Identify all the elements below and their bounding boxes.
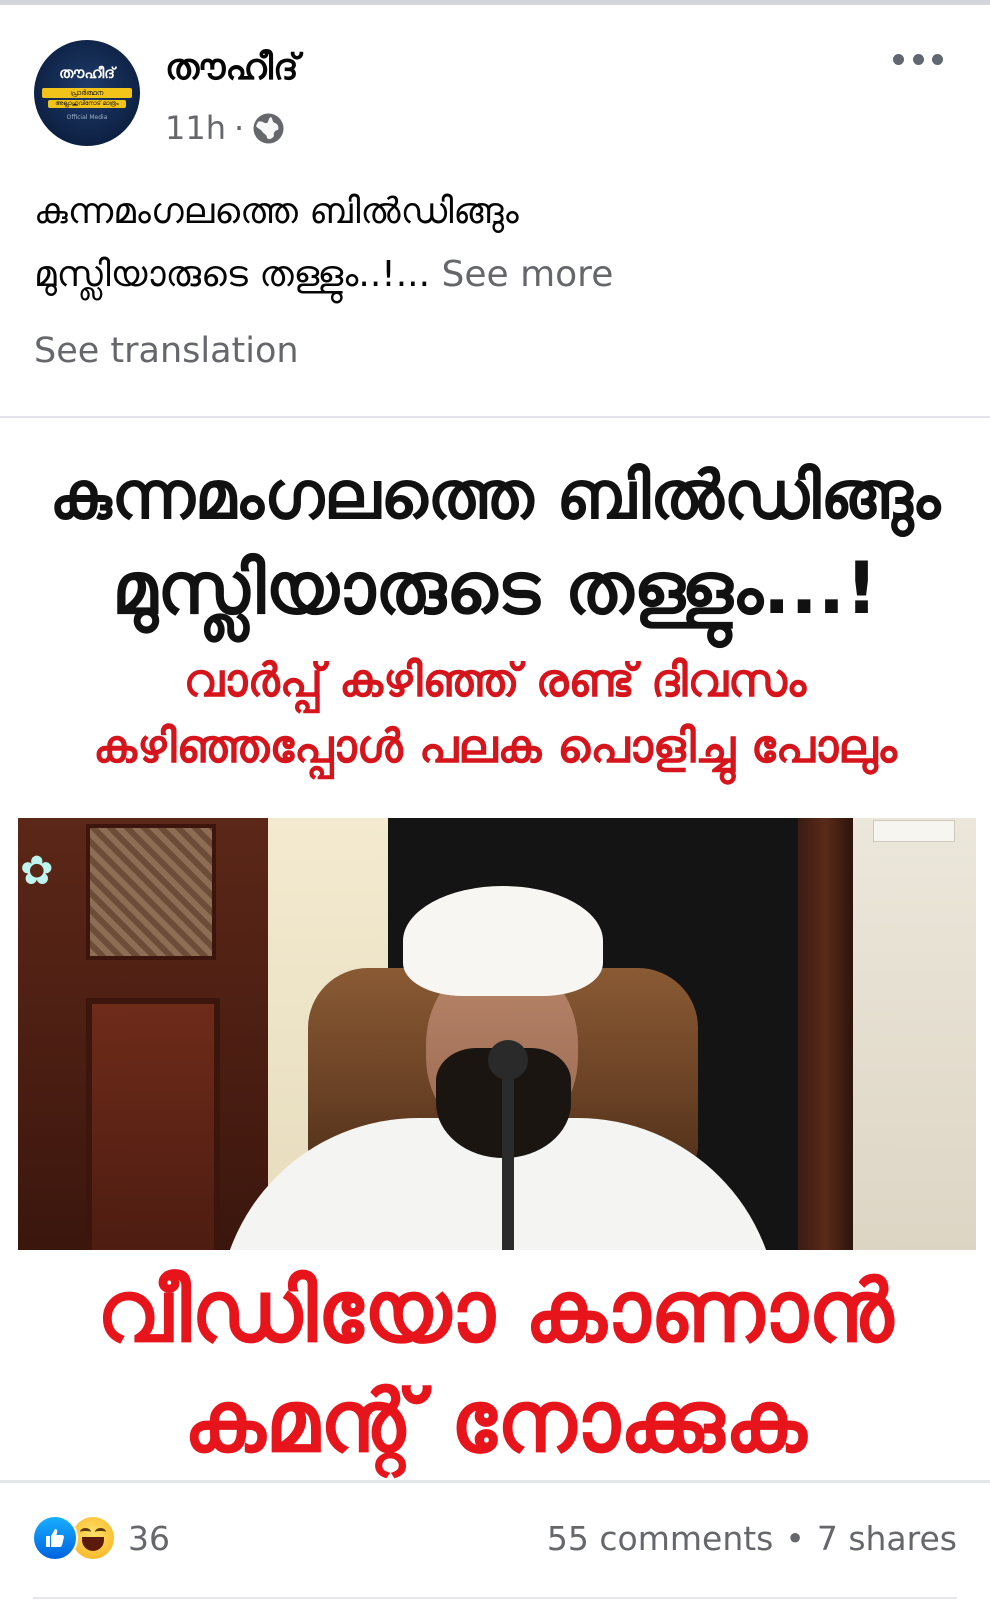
comments-count-link[interactable]: 55 comments [547,1519,773,1558]
image-headline-line-1: കുന്നമംഗലത്തെ ബിൽഡിങ്ങും [49,457,941,534]
image-subhead-line-2: കഴിഞ്ഞപ്പോൾ പലക പൊളിച്ചു പോലും [93,719,897,773]
engagement-stats: 55 comments • 7 shares [547,1515,957,1561]
haha-mouth [82,1537,104,1551]
avatar-band: പ്രാർത്ഥന [42,88,132,98]
post-image[interactable]: കുന്നമംഗലത്തെ ബിൽഡിങ്ങും മുസ്ലിയാരുടെ തള… [0,418,990,1480]
photo-frame-right [798,818,853,1250]
calligraphy-logo-icon: ✿ [20,848,54,894]
shares-count-link[interactable]: 7 shares [817,1519,957,1558]
post-text-line-2-content: മുസ്ലിയാരുടെ തള്ളും..!... [34,254,431,295]
post-text-line-1: കുന്നമംഗലത്തെ ബിൽഡിങ്ങും [34,191,519,232]
photo-door-panel-top [86,824,216,960]
image-subhead-line-1: വാർപ്പ് കഴിഞ്ഞ് രണ്ട് ദിവസം [183,653,807,707]
see-more-link[interactable]: See more [442,254,614,295]
globe-icon[interactable] [252,112,285,145]
avatar-footer: Official Media [66,114,108,121]
page-avatar[interactable]: തൗഹീദ് പ്രാർത്ഥന അല്ലാഹുവിനോട് മാത്രം Of… [34,40,140,146]
speaker-photo: ✿ [18,818,976,1250]
more-dot [912,53,924,65]
microphone-icon [488,1040,528,1080]
photo-speaker-turban [403,886,603,996]
photo-door-panel-bottom [86,998,220,1250]
photo-wall-right [853,818,976,1250]
image-bottom-divider [0,1480,990,1483]
post-text: കുന്നമംഗലത്തെ ബിൽഡിങ്ങും മുസ്ലിയാരുടെ തള… [34,180,934,306]
see-translation-link[interactable]: See translation [34,326,299,376]
reactions-summary[interactable]: 36 [32,1515,170,1561]
image-cta-line-2: കമന്റ് നോക്കുക [183,1372,807,1472]
like-icon [32,1515,78,1561]
page-name[interactable]: തൗഹീദ് [165,44,299,92]
stats-bullet: • [785,1518,805,1558]
image-headline-line-2: മുസ്ലിയാരുടെ തള്ളും...! [112,546,878,630]
haha-eye-right [95,1528,106,1536]
top-divider [0,0,990,5]
photo-switchboard [873,820,955,842]
meta-separator: · [234,109,245,147]
microphone-stand [502,1076,514,1250]
haha-eye-left [80,1528,91,1536]
reaction-count: 36 [128,1518,170,1558]
post-text-line-2: മുസ്ലിയാരുടെ തള്ളും..!... See more [34,243,934,306]
more-options-icon[interactable] [893,46,943,72]
image-cta-line-1: വീഡിയോ കാണാൻ [96,1262,894,1362]
post-time[interactable]: 11h [165,109,226,147]
post-meta: 11h · [165,107,285,149]
more-dot [893,53,904,65]
footer-divider [33,1597,957,1599]
avatar-title: തൗഹീദ് [59,64,115,82]
more-dot [932,53,943,65]
avatar-band-2: അല്ലാഹുവിനോട് മാത്രം [48,100,126,108]
